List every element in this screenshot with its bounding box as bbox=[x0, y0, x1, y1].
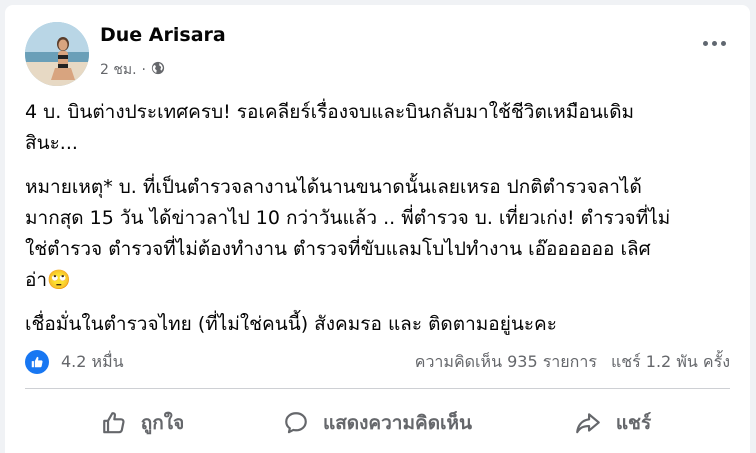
like-icon[interactable] bbox=[25, 350, 49, 374]
comment-icon bbox=[285, 412, 307, 434]
share-count[interactable]: แชร์ 1.2 พัน ครั้ง bbox=[611, 350, 730, 375]
stats-right: ความคิดเห็น 935 รายการ แชร์ 1.2 พัน ครั้… bbox=[415, 350, 730, 375]
like-label: ถูกใจ bbox=[140, 412, 185, 434]
post-meta: 2 ชม. · bbox=[100, 59, 165, 81]
post-paragraph: เชื่อมั่นในตำรวจไทย (ที่ไม่ใช่คนนี้) สัง… bbox=[25, 313, 557, 335]
avatar[interactable] bbox=[25, 22, 89, 86]
meta-separator: · bbox=[141, 62, 146, 78]
post-time[interactable]: 2 ชม. bbox=[100, 59, 137, 81]
share-label: แชร์ bbox=[615, 412, 652, 434]
globe-icon[interactable] bbox=[151, 61, 165, 79]
more-options-icon[interactable] bbox=[703, 41, 726, 46]
post-paragraph: 4 บ. บินต่างประเทศครบ! รอเคลียร์เรื่องจบ… bbox=[25, 101, 635, 154]
thumbs-up-icon bbox=[102, 412, 125, 434]
post-body: 4 บ. บินต่างประเทศครบ! รอเคลียร์เรื่องจบ… bbox=[25, 97, 740, 353]
author-name[interactable]: Due Arisara bbox=[100, 24, 226, 46]
comment-label: แสดงความคิดเห็น bbox=[322, 412, 473, 434]
share-button[interactable]: แชร์ bbox=[495, 395, 730, 451]
share-icon bbox=[575, 413, 600, 434]
post-stats: 4.2 หมื่น ความคิดเห็น 935 รายการ แชร์ 1.… bbox=[25, 347, 730, 377]
action-bar: ถูกใจ แสดงความคิดเห็น แชร์ bbox=[25, 395, 730, 451]
post-paragraph: หมายเหตุ* บ. ที่เป็นตำรวจลางานได้นานขนาด… bbox=[25, 176, 671, 291]
post-card: Due Arisara 2 ชม. · 4 บ. บินต่างประเทศคร… bbox=[5, 5, 750, 453]
like-button[interactable]: ถูกใจ bbox=[25, 395, 260, 451]
divider bbox=[25, 388, 730, 389]
reaction-count[interactable]: 4.2 หมื่น bbox=[61, 350, 124, 375]
comment-count[interactable]: ความคิดเห็น 935 รายการ bbox=[415, 350, 597, 375]
comment-button[interactable]: แสดงความคิดเห็น bbox=[260, 395, 495, 451]
avatar-image bbox=[25, 22, 89, 86]
